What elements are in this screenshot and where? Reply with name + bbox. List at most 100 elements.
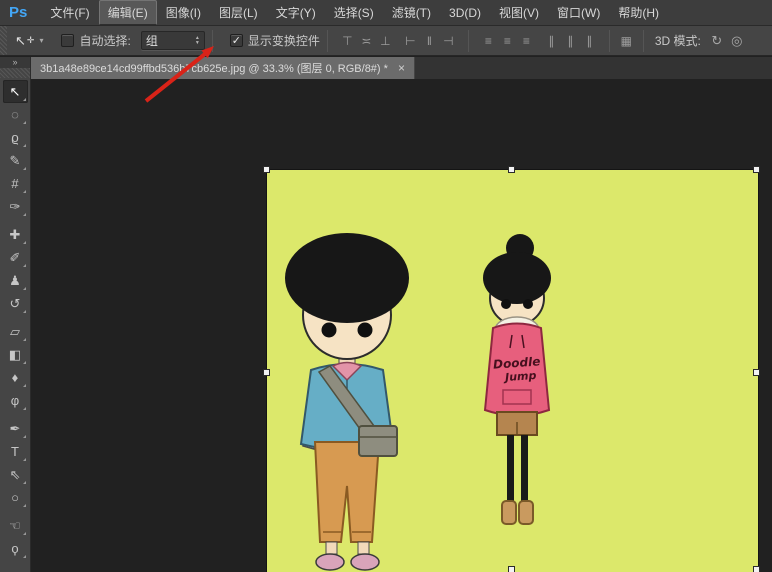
tool-ellipse-shape[interactable]: ○ [3, 486, 28, 509]
align-bottom-edges-button[interactable]: ⊥ [376, 34, 395, 48]
type-tool-icon: T [11, 444, 19, 459]
tool-elliptical-marquee[interactable]: ◌ [3, 103, 28, 126]
lasso-tool-icon: ϱ [11, 130, 18, 145]
divider [468, 30, 469, 52]
transform-handle-middle-right[interactable] [753, 369, 760, 376]
show-transform-controls-checkbox[interactable]: ✓ [230, 34, 243, 47]
menu-help[interactable]: 帮助(H) [609, 0, 668, 25]
document-tab[interactable]: 3b1a48e89ce14cd99ffbd536b7cb625e.jpg @ 3… [31, 57, 415, 79]
boy-figure [285, 233, 409, 570]
healing-brush-tool-icon: ✚ [10, 227, 21, 243]
tool-dodge[interactable]: φ [3, 389, 28, 412]
align-vertical-centers-button[interactable]: ≍ [357, 34, 376, 48]
transform-handle-bottom-center[interactable] [508, 566, 515, 572]
tool-path-selection[interactable]: ⇖ [3, 463, 28, 486]
auto-select-checkbox[interactable] [61, 34, 74, 47]
gradient-tool-icon: ◧ [9, 347, 21, 363]
history-brush-tool-icon: ↺ [10, 296, 21, 312]
distribute-right-edges-button[interactable]: ∥ [580, 34, 599, 48]
menu-3d[interactable]: 3D(D) [440, 2, 490, 24]
menu-type[interactable]: 文字(Y) [267, 0, 325, 25]
blur-tool-icon: ♦ [12, 370, 19, 385]
distribute-bottom-edges-button[interactable]: ≡ [517, 34, 536, 48]
tool-spot-healing-brush[interactable]: ✚ [3, 223, 28, 246]
distribute-horizontal-centers-button[interactable]: ∥ [561, 34, 580, 48]
distribute-group-horizontal: ∥ ∥ ∥ [542, 34, 599, 48]
dodge-tool-icon: φ [11, 393, 19, 408]
transform-handle-top-center[interactable] [508, 166, 515, 173]
auto-select-target-value: 组 [146, 32, 195, 49]
menu-image[interactable]: 图像(I) [157, 0, 210, 25]
divider [609, 30, 610, 52]
shape-tool-icon: ○ [11, 490, 19, 505]
tool-move[interactable]: ↖ [3, 80, 28, 103]
auto-select-label: 自动选择: [79, 32, 130, 49]
transform-handle-middle-left[interactable] [263, 369, 270, 376]
hand-tool-icon: ☜ [9, 518, 21, 534]
transform-handle-top-right[interactable] [753, 166, 760, 173]
distribute-left-edges-button[interactable]: ∥ [542, 34, 561, 48]
menu-window[interactable]: 窗口(W) [548, 0, 609, 25]
toolbar-collapse-button[interactable]: » [0, 57, 30, 68]
move-cross-icon: ✛ [27, 35, 35, 46]
options-bar-grip[interactable] [0, 26, 7, 56]
move-tool-icon: ↖ [10, 84, 21, 100]
tool-eraser[interactable]: ▱ [3, 320, 28, 343]
tool-clone-stamp[interactable]: ♟ [3, 269, 28, 292]
eraser-tool-icon: ▱ [10, 324, 20, 340]
transform-handle-bottom-right[interactable] [753, 566, 760, 572]
close-icon[interactable]: × [398, 61, 405, 75]
transform-handle-top-left[interactable] [263, 166, 270, 173]
threed-mode-label: 3D 模式: [655, 32, 701, 49]
brush-tool-icon: ✐ [10, 250, 21, 266]
tool-zoom[interactable]: ϙ [3, 537, 28, 560]
tool-gradient[interactable]: ◧ [3, 343, 28, 366]
align-horizontal-centers-button[interactable]: ‖ [420, 34, 439, 48]
tool-crop[interactable]: # [3, 172, 28, 195]
align-group-vertical: ⊤ ≍ ⊥ [338, 34, 395, 48]
divider [327, 30, 328, 52]
tool-history-brush[interactable]: ↺ [3, 292, 28, 315]
canvas-artwork: Doodle Jump [267, 170, 758, 572]
toolbar-grip[interactable] [0, 68, 30, 78]
tool-type[interactable]: T [3, 440, 28, 463]
distribute-top-edges-button[interactable]: ≡ [479, 34, 498, 48]
3d-orbit-icon[interactable]: ↻ [707, 33, 727, 49]
align-right-edges-button[interactable]: ⊣ [439, 34, 458, 48]
path-selection-tool-icon: ⇖ [10, 467, 21, 483]
tool-pen[interactable]: ✒ [3, 417, 28, 440]
tools-panel: » ↖ ◌ ϱ ✎ # ✑ ✚ ✐ ♟ ↺ ▱ ◧ ♦ φ ✒ T ⇖ ○ ☜ … [0, 57, 31, 572]
crop-tool-icon: # [11, 176, 18, 191]
tool-quick-selection[interactable]: ✎ [3, 149, 28, 172]
menu-layer[interactable]: 图层(L) [210, 0, 267, 25]
align-group-horizontal: ⊢ ‖ ⊣ [401, 34, 458, 48]
document-canvas[interactable]: Doodle Jump [267, 170, 758, 572]
menu-select[interactable]: 选择(S) [325, 0, 383, 25]
zoom-tool-icon: ϙ [11, 541, 18, 556]
menu-filter[interactable]: 滤镜(T) [383, 0, 440, 25]
tool-blur[interactable]: ♦ [3, 366, 28, 389]
menu-view[interactable]: 视图(V) [490, 0, 548, 25]
menu-edit[interactable]: 编辑(E) [99, 0, 157, 25]
3d-roll-icon[interactable]: ◎ [727, 33, 747, 49]
move-tool-preset-button[interactable]: ↖ ✛ ▾ [15, 33, 43, 49]
tool-hand[interactable]: ☜ [3, 514, 28, 537]
tool-eyedropper[interactable]: ✑ [3, 195, 28, 218]
checkmark-icon: ✓ [231, 35, 242, 47]
divider [212, 30, 213, 52]
menu-file[interactable]: 文件(F) [41, 0, 98, 25]
menu-bar: Ps 文件(F) 编辑(E) 图像(I) 图层(L) 文字(Y) 选择(S) 滤… [0, 0, 772, 26]
align-top-edges-button[interactable]: ⊤ [338, 34, 357, 48]
show-transform-controls-label: 显示变换控件 [248, 32, 320, 49]
distribute-vertical-centers-button[interactable]: ≡ [498, 34, 517, 48]
auto-align-layers-button[interactable]: ▦ [617, 34, 636, 48]
stepper-icon: ▲ ▼ [195, 36, 200, 46]
move-tool-icon: ↖ [15, 33, 26, 49]
tool-lasso[interactable]: ϱ [3, 126, 28, 149]
align-left-edges-button[interactable]: ⊢ [401, 34, 420, 48]
photoshop-logo: Ps [9, 4, 27, 21]
auto-select-target-dropdown[interactable]: 组 ▲ ▼ [141, 31, 205, 50]
tool-brush[interactable]: ✐ [3, 246, 28, 269]
quick-selection-tool-icon: ✎ [10, 153, 21, 169]
options-bar: ↖ ✛ ▾ 自动选择: 组 ▲ ▼ ✓ 显示变换控件 ⊤ ≍ ⊥ ⊢ ‖ ⊣ [0, 26, 772, 56]
